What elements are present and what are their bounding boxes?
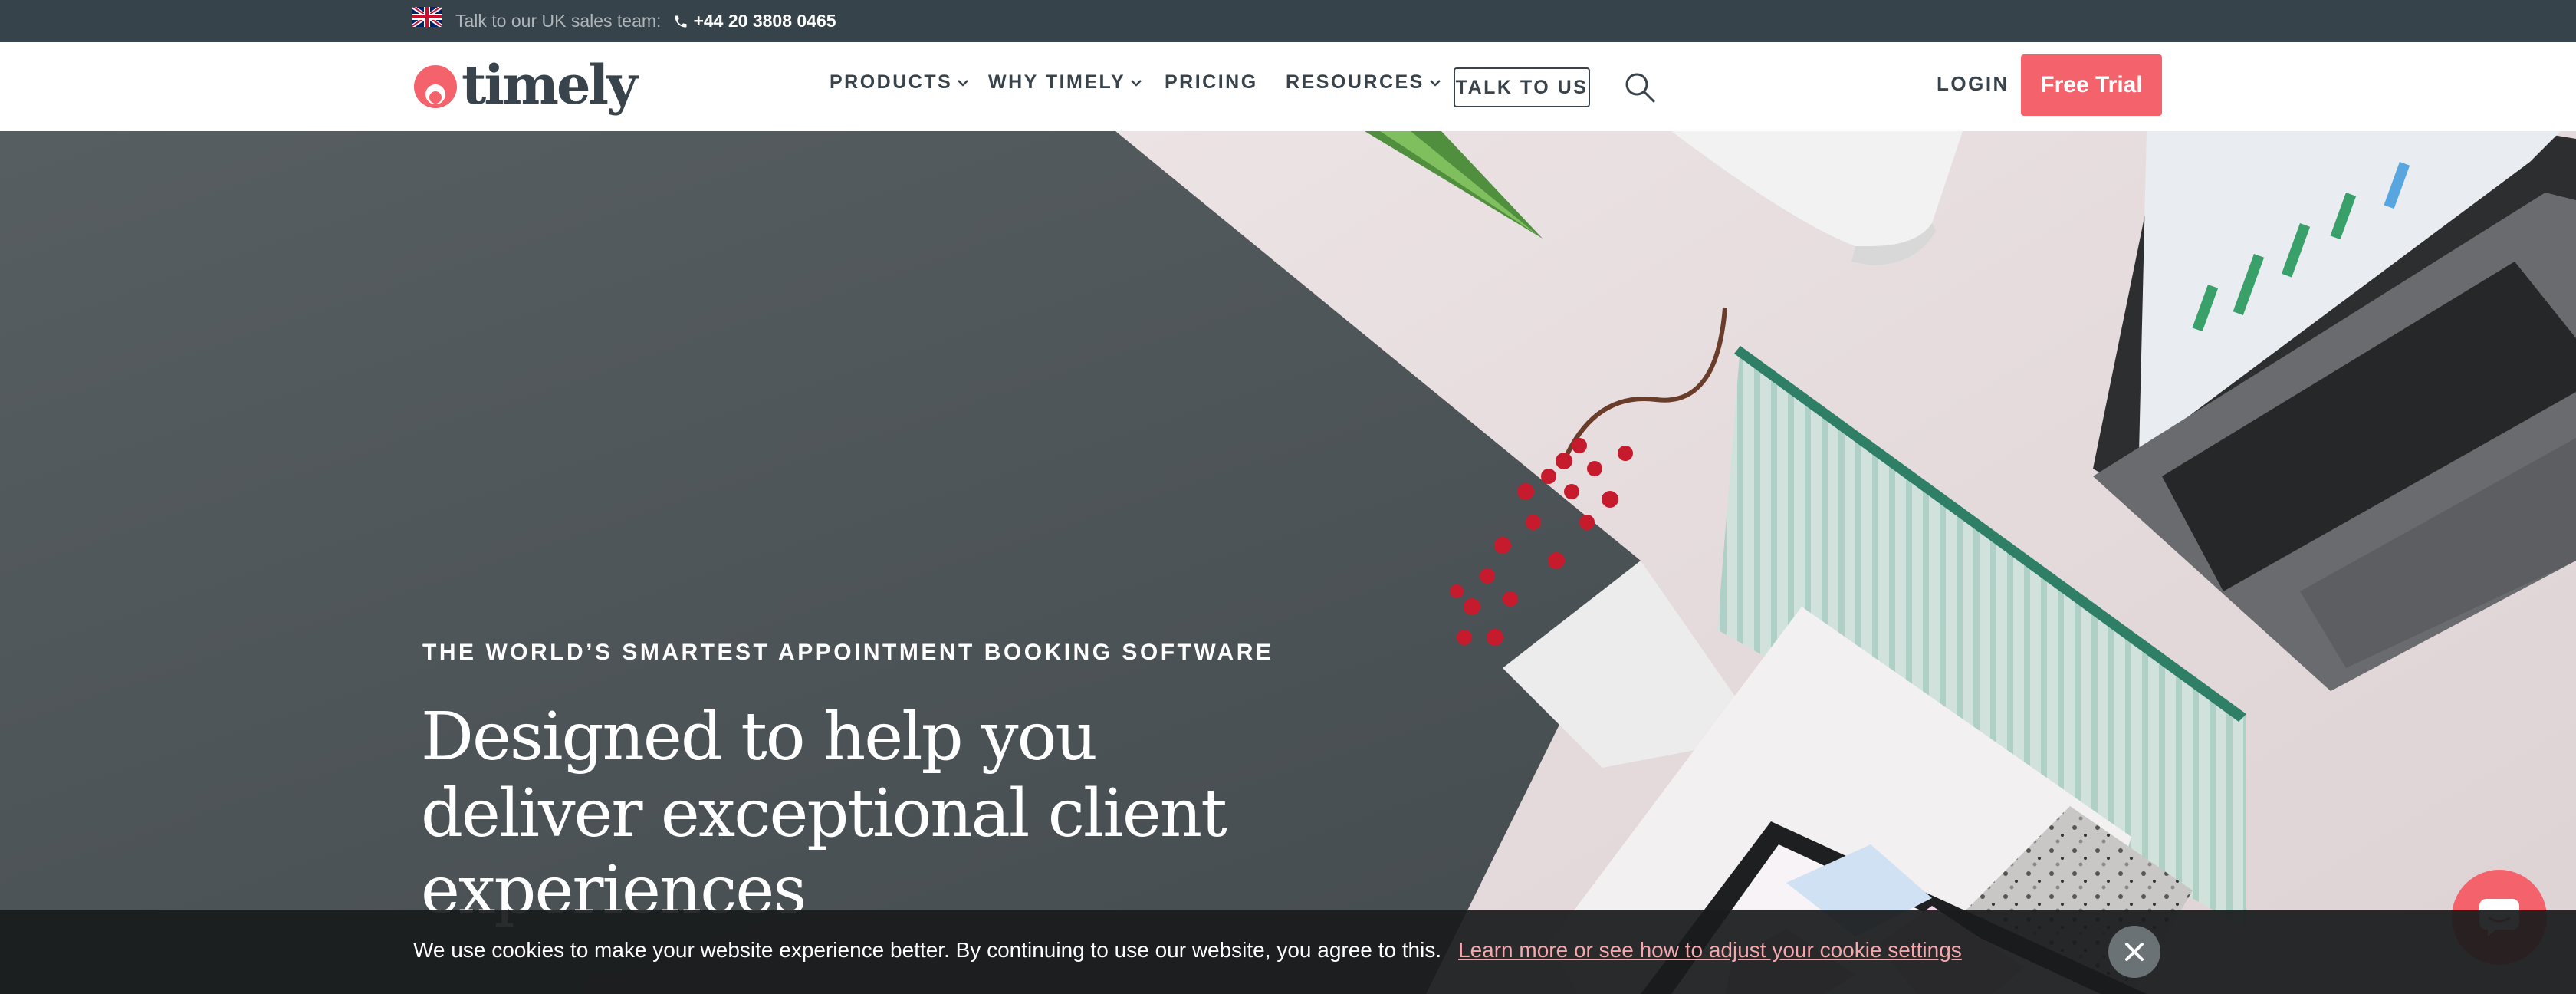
hero-headline-line: deliver exceptional client (421, 775, 1227, 852)
main-navigation: timely PRODUCTS WHY TIMELY PRICING RESOU… (0, 42, 2576, 131)
timely-logo[interactable]: timely (412, 52, 638, 117)
cookie-banner: We use cookies to make your website expe… (0, 910, 2576, 994)
nav-resources-label: RESOURCES (1286, 71, 1424, 93)
uk-flag-icon (412, 6, 442, 27)
login-link[interactable]: LOGIN (1937, 72, 2009, 96)
cookie-settings-link[interactable]: Learn more or see how to adjust your coo… (1458, 938, 1962, 963)
top-bar: Talk to our UK sales team: +44 20 3808 0… (0, 0, 2576, 42)
free-trial-button[interactable]: Free Trial (2021, 54, 2162, 116)
search-icon[interactable] (1624, 71, 1656, 104)
cookie-close-button[interactable] (2108, 926, 2160, 978)
hero-eyebrow: THE WORLD’S SMARTEST APPOINTMENT BOOKING… (422, 640, 1274, 665)
phone-icon (675, 15, 687, 27)
sales-phone-link[interactable]: +44 20 3808 0465 (693, 11, 836, 31)
nav-why-timely-label: WHY TIMELY (988, 71, 1126, 93)
talk-to-us-button[interactable]: TALK TO US (1454, 67, 1590, 107)
cookie-message: We use cookies to make your website expe… (413, 938, 1442, 962)
hero-headline-line: Designed to help you (421, 699, 1098, 775)
nav-pricing[interactable]: PRICING (1165, 71, 1258, 94)
chevron-down-icon (1429, 79, 1441, 87)
hero-section: THE WORLD’S SMARTEST APPOINTMENT BOOKING… (0, 131, 2576, 994)
nav-why-timely[interactable]: WHY TIMELY (988, 71, 1142, 94)
nav-pricing-label: PRICING (1165, 71, 1258, 93)
chevron-down-icon (958, 79, 969, 87)
nav-products[interactable]: PRODUCTS (830, 71, 969, 94)
timely-logo-mark-icon (414, 65, 457, 108)
chevron-down-icon (1131, 79, 1142, 87)
sales-team-label: Talk to our UK sales team: (455, 11, 662, 31)
nav-products-label: PRODUCTS (830, 71, 953, 93)
hero-headline: Designed to help you deliver exceptional… (421, 699, 1303, 929)
close-icon (2125, 943, 2144, 961)
logo-wordmark: timely (462, 52, 638, 117)
nav-resources[interactable]: RESOURCES (1286, 71, 1441, 94)
